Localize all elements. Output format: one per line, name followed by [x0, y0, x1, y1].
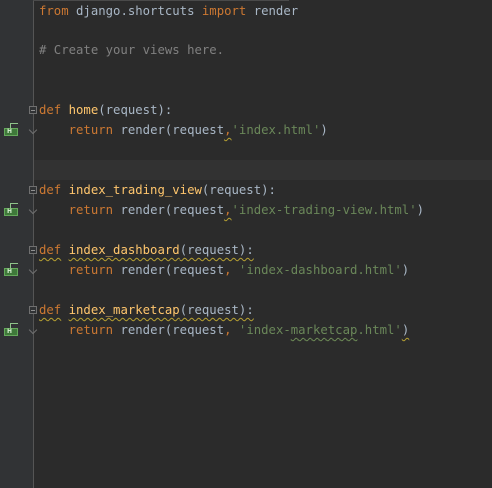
code-token: render(request	[113, 203, 225, 217]
fold-start-icon[interactable]	[29, 106, 37, 114]
code-token: import	[201, 4, 247, 18]
code-token: index_marketcap	[68, 303, 180, 317]
code-line[interactable]: return render(request,'index-trading-vie…	[39, 200, 424, 220]
code-line[interactable]: from django.shortcuts import render	[39, 1, 298, 21]
override-method-icon[interactable]: H	[4, 123, 18, 136]
code-token: )	[320, 123, 328, 137]
code-token: index_dashboard	[68, 243, 180, 257]
code-line[interactable]: def index_marketcap(request):	[39, 300, 254, 320]
code-line[interactable]: def home(request):	[39, 100, 172, 120]
gutter-divider	[33, 0, 34, 488]
override-method-icon[interactable]: H	[4, 323, 18, 336]
code-token: 'index-dashboard.html'	[238, 263, 402, 277]
override-h-glyph: H	[7, 208, 13, 215]
code-token: ,	[224, 123, 232, 137]
code-token: (request):	[179, 243, 254, 257]
code-token: from	[39, 4, 69, 18]
code-token: render(request	[113, 123, 225, 137]
code-token: def	[39, 303, 62, 317]
code-token: (request):	[201, 183, 276, 197]
code-line[interactable]: def index_dashboard(request):	[39, 240, 254, 260]
code-line[interactable]: return render(request,'index.html')	[39, 120, 328, 140]
current-line-highlight	[34, 160, 492, 180]
line-gutter[interactable]	[0, 0, 33, 488]
code-token: 'index.html'	[231, 123, 321, 137]
code-token: django.shortcuts	[68, 4, 202, 18]
code-token: ,	[224, 323, 232, 337]
override-h-glyph: H	[7, 328, 13, 335]
code-token: def	[39, 183, 62, 197]
fold-start-icon[interactable]	[29, 306, 37, 314]
code-line[interactable]: # Create your views here.	[39, 40, 224, 60]
code-token: render(request	[113, 263, 225, 277]
code-token: # Create your views here.	[39, 43, 225, 57]
code-token: (request):	[179, 303, 254, 317]
code-token: return	[68, 323, 114, 337]
code-token: render(request	[113, 323, 225, 337]
code-line[interactable]: return render(request, 'index-dashboard.…	[39, 260, 410, 280]
code-editor[interactable]: from django.shortcuts import render # Cr…	[0, 0, 492, 488]
code-token: render	[246, 4, 299, 18]
code-token: index_trading_view	[68, 183, 202, 197]
code-token: home	[68, 103, 99, 117]
code-token: .html'	[357, 323, 402, 337]
code-token: ,	[224, 203, 232, 217]
code-token: )	[401, 263, 410, 277]
code-token: return	[68, 263, 114, 277]
code-token: return	[68, 203, 114, 217]
code-token: (request):	[98, 103, 173, 117]
code-token: marketcap	[290, 323, 358, 337]
override-method-icon[interactable]: H	[4, 263, 18, 276]
code-token: def	[39, 103, 62, 117]
code-token: def	[39, 243, 62, 257]
override-method-icon[interactable]: H	[4, 203, 18, 216]
code-token: )	[401, 323, 410, 337]
code-line[interactable]: return render(request, 'index-marketcap.…	[39, 320, 410, 340]
code-line[interactable]: def index_trading_view(request):	[39, 180, 276, 200]
code-token: )	[416, 203, 425, 217]
fold-start-icon[interactable]	[29, 246, 37, 254]
override-h-glyph: H	[7, 268, 13, 275]
code-token: 'index-	[238, 323, 291, 337]
code-token: ,	[224, 263, 232, 277]
code-token: 'index-trading-view.html'	[231, 203, 417, 217]
fold-start-icon[interactable]	[29, 186, 37, 194]
override-h-glyph: H	[7, 128, 13, 135]
code-token: return	[68, 123, 114, 137]
